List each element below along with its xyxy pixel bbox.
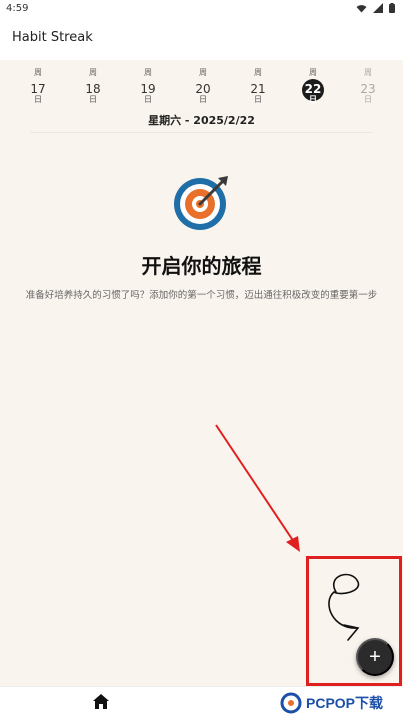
- empty-state-title: 开启你的旅程: [141, 254, 262, 278]
- main-content: 周 17 日周 18 日周 19 日周 20 日周 21 日周 22 日周 23 日 星期六 - 2025/…: [0, 60, 403, 686]
- plus-icon: +: [369, 645, 381, 668]
- day-sub-label: 日: [144, 95, 152, 104]
- battery-icon: [389, 3, 395, 13]
- wifi-icon: [356, 4, 367, 12]
- watermark: PCPOP下载: [280, 686, 403, 720]
- app-bar: Habit Streak: [0, 18, 403, 60]
- day-sub-label: 日: [254, 95, 262, 104]
- day-cell-19[interactable]: 周 19 日: [120, 60, 176, 110]
- day-weekday-label: 周: [89, 68, 97, 77]
- status-icons: [356, 3, 395, 13]
- app-title: Habit Streak: [12, 30, 93, 45]
- day-cell-17[interactable]: 周 17 日: [10, 60, 66, 110]
- add-habit-button[interactable]: +: [356, 638, 394, 676]
- status-time: 4:59: [6, 3, 29, 14]
- day-weekday-label: 周: [254, 68, 262, 77]
- day-weekday-label: 周: [199, 68, 207, 77]
- day-cell-18[interactable]: 周 18 日: [65, 60, 121, 110]
- watermark-logo-icon: [280, 692, 302, 714]
- empty-state-description: 准备好培养持久的习惯了吗？添加你的第一个习惯，迈出通往积极改变的重要第一步: [25, 290, 378, 301]
- target-dart-icon: [174, 176, 228, 230]
- selected-date-label: 星期六 - 2025/2/22: [148, 114, 255, 127]
- day-sub-label: 日: [34, 95, 42, 104]
- day-sub-label: 日: [199, 95, 207, 104]
- day-cell-22[interactable]: 周 22 日: [285, 60, 341, 110]
- divider: [30, 132, 373, 133]
- day-weekday-label: 周: [309, 68, 317, 77]
- day-weekday-label: 周: [34, 68, 42, 77]
- home-icon[interactable]: [92, 693, 110, 711]
- signal-icon: [373, 3, 383, 13]
- day-sub-label: 日: [364, 95, 372, 104]
- status-bar: 4:59: [0, 0, 403, 18]
- day-weekday-label: 周: [364, 68, 372, 77]
- day-sub-label: 日: [89, 95, 97, 104]
- day-cell-21[interactable]: 周 21 日: [230, 60, 286, 110]
- day-weekday-label: 周: [144, 68, 152, 77]
- day-cell-20[interactable]: 周 20 日: [175, 60, 231, 110]
- day-cell-23[interactable]: 周 23 日: [340, 60, 396, 110]
- watermark-text: PCPOP下载: [306, 695, 384, 711]
- day-sub-label: 日: [309, 95, 317, 104]
